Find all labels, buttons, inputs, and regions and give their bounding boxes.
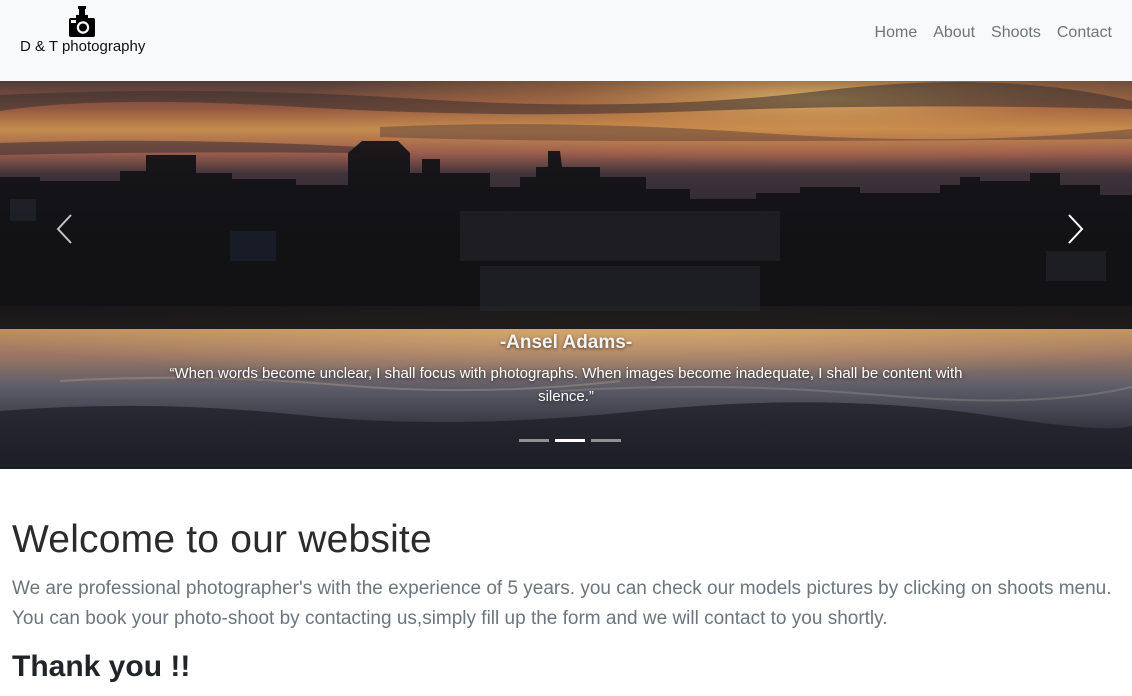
navbar: D & T photography Home About Shoots Cont… — [0, 0, 1132, 81]
welcome-heading: Welcome to our website — [12, 518, 432, 561]
brand-name: D & T photography — [20, 38, 146, 55]
nav-about[interactable]: About — [925, 22, 983, 44]
intro-paragraph: We are professional photographer's with … — [12, 578, 1112, 629]
slide-indicator-3[interactable] — [591, 439, 621, 442]
slide-indicator-2[interactable] — [555, 439, 585, 442]
brand-link[interactable]: D & T photography — [20, 6, 150, 66]
nav-menu: Home About Shoots Contact — [867, 22, 1120, 44]
thanks-heading: Thank you !! — [12, 650, 191, 683]
carousel-indicators — [519, 439, 621, 442]
carousel-caption: -Ansel Adams- “When words become unclear… — [140, 332, 992, 408]
slide-indicator-1[interactable] — [519, 439, 549, 442]
camera-flash-icon — [69, 6, 95, 37]
nav-contact[interactable]: Contact — [1049, 22, 1120, 44]
chevron-right-icon[interactable] — [1054, 209, 1094, 249]
hero-carousel: -Ansel Adams- “When words become unclear… — [0, 81, 1132, 469]
nav-home[interactable]: Home — [867, 22, 926, 44]
caption-quote: “When words become unclear, I shall focu… — [169, 365, 963, 405]
caption-title: -Ansel Adams- — [499, 332, 633, 353]
nav-shoots[interactable]: Shoots — [983, 22, 1049, 44]
sunset-rooftop-photo — [0, 81, 1132, 469]
chevron-left-icon[interactable] — [46, 209, 86, 249]
